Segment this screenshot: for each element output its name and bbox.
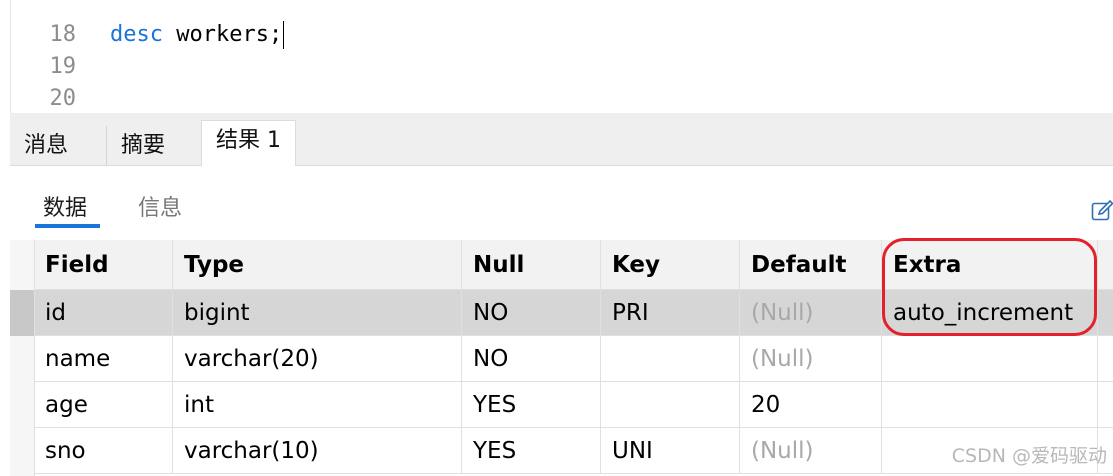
column-header-type[interactable]: Type: [173, 240, 462, 290]
sql-rest: workers;: [162, 22, 283, 47]
table-row[interactable]: id bigint NO PRI (Null) auto_increment: [10, 290, 1113, 336]
cell-field[interactable]: name: [34, 336, 173, 382]
text-caret: [283, 21, 285, 49]
cell-type[interactable]: bigint: [173, 290, 462, 336]
column-header-default[interactable]: Default: [740, 240, 882, 290]
cell-extra[interactable]: [882, 382, 1098, 428]
cell-extra[interactable]: [882, 336, 1098, 382]
tab-data[interactable]: 数据: [43, 190, 87, 222]
selected-row-indicator: [10, 290, 34, 336]
cell-field[interactable]: sno: [34, 428, 173, 474]
cell-field[interactable]: id: [34, 290, 173, 336]
editor-line[interactable]: 20: [0, 83, 1113, 115]
column-header-field[interactable]: Field: [34, 240, 173, 290]
row-divider: [34, 473, 1113, 474]
table-row[interactable]: sno varchar(10) YES UNI (Null): [10, 428, 1113, 474]
sub-tab-bar: 数据 信息: [10, 166, 1113, 236]
result-tab-bar: 消息 摘要 结果 1: [10, 113, 1113, 167]
cell-null[interactable]: NO: [462, 290, 601, 336]
row-divider: [34, 427, 1113, 428]
results-grid[interactable]: Field Type Null Key Default Extra id big…: [10, 240, 1113, 476]
cell-type[interactable]: int: [173, 382, 462, 428]
column-header-null[interactable]: Null: [462, 240, 601, 290]
column-header-key[interactable]: Key: [601, 240, 740, 290]
tab-summary[interactable]: 摘要: [106, 126, 179, 165]
cell-null[interactable]: NO: [462, 336, 601, 382]
sql-editor[interactable]: 18 desc workers; 19 20: [0, 0, 1113, 113]
cell-field[interactable]: age: [34, 382, 173, 428]
cell-key[interactable]: [601, 336, 740, 382]
row-divider: [34, 289, 1113, 290]
cell-key[interactable]: [601, 382, 740, 428]
cell-default[interactable]: (Null): [740, 336, 882, 382]
cell-extra[interactable]: auto_increment: [882, 290, 1098, 336]
cell-null[interactable]: YES: [462, 382, 601, 428]
cell-type[interactable]: varchar(20): [173, 336, 462, 382]
tab-messages[interactable]: 消息: [10, 126, 82, 165]
tab-info[interactable]: 信息: [138, 190, 182, 222]
cell-key[interactable]: UNI: [601, 428, 740, 474]
cell-key[interactable]: PRI: [601, 290, 740, 336]
row-selector-gutter[interactable]: [10, 240, 35, 476]
table-header-row: Field Type Null Key Default Extra: [10, 240, 1113, 290]
table-row[interactable]: age int YES 20: [10, 382, 1113, 428]
line-number: 20: [49, 86, 77, 111]
sql-keyword: desc: [110, 22, 163, 47]
line-number: 18: [49, 22, 77, 47]
edit-icon[interactable]: [1091, 200, 1113, 222]
cell-default[interactable]: 20: [740, 382, 882, 428]
line-number: 19: [49, 54, 77, 79]
table-row[interactable]: name varchar(20) NO (Null): [10, 336, 1113, 382]
editor-line[interactable]: 18 desc workers;: [0, 19, 1113, 51]
column-header-extra[interactable]: Extra: [882, 240, 1098, 290]
row-divider: [34, 381, 1113, 382]
cell-null[interactable]: YES: [462, 428, 601, 474]
cell-type[interactable]: varchar(10): [173, 428, 462, 474]
row-divider: [34, 335, 1113, 336]
active-tab-underline: [35, 224, 100, 228]
cell-default[interactable]: (Null): [740, 290, 882, 336]
watermark: CSDN @爱码驱动: [951, 445, 1107, 467]
cell-default[interactable]: (Null): [740, 428, 882, 474]
editor-line[interactable]: 19: [0, 51, 1113, 83]
code-text[interactable]: desc workers;: [110, 19, 285, 51]
tab-result-1[interactable]: 结果 1: [201, 120, 296, 167]
